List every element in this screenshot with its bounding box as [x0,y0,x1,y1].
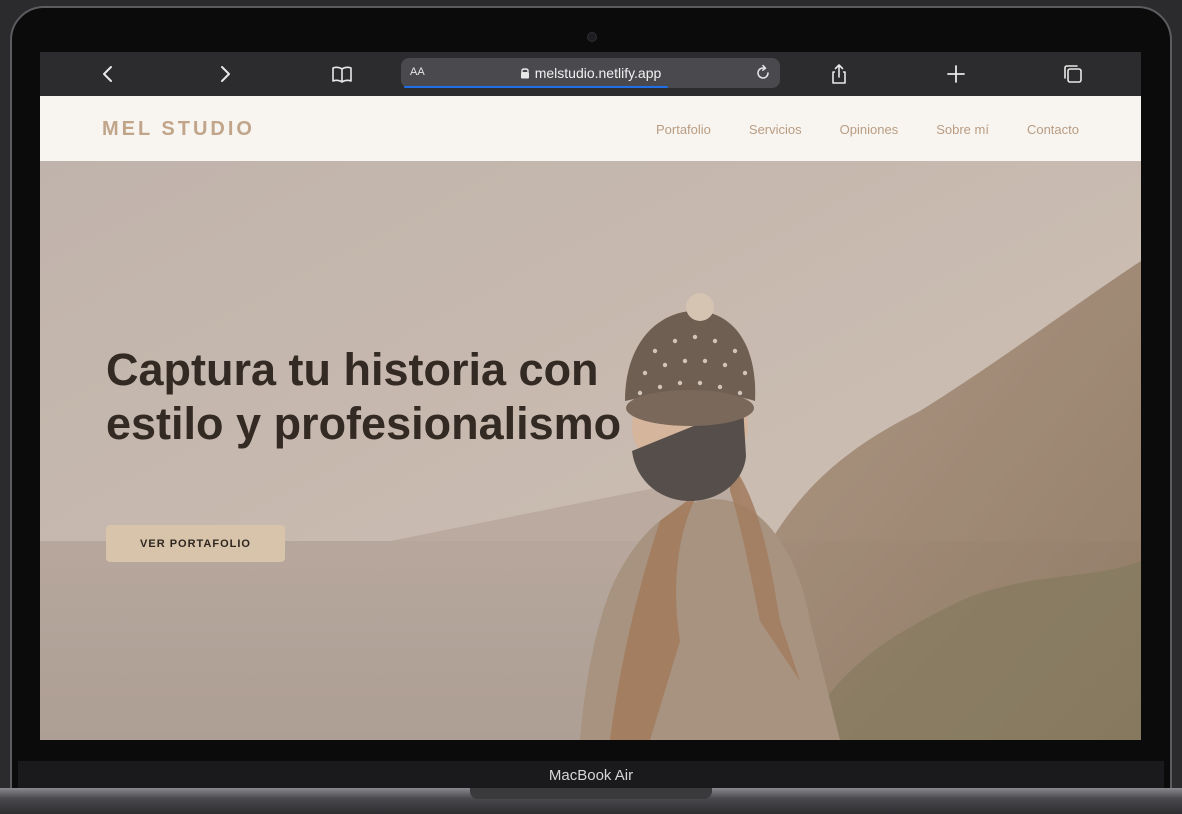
plus-icon[interactable] [944,62,968,86]
hero-title: Captura tu historia con estilo y profesi… [106,344,622,449]
browser-window: AA melstudio.netlify.app MEL STUDIO Port… [40,52,1141,740]
hero-section: Captura tu historia con estilo y profesi… [40,161,1141,740]
laptop-bezel-chin: MacBook Air [18,761,1164,788]
tabs-icon[interactable] [1061,62,1085,86]
nav-link-opiniones[interactable]: Opiniones [840,122,899,137]
device-label: MacBook Air [548,767,634,784]
camera-icon [587,32,597,42]
address-bar[interactable]: AA melstudio.netlify.app [401,58,780,88]
nav-link-contacto[interactable]: Contacto [1027,122,1079,137]
nav-link-servicios[interactable]: Servicios [749,122,802,137]
share-icon[interactable] [827,62,851,86]
reload-icon[interactable] [752,62,774,84]
site-logo[interactable]: MEL STUDIO [102,118,255,141]
url-text: melstudio.netlify.app [534,65,662,81]
chevron-right-icon[interactable] [213,62,237,86]
lock-icon [520,68,529,79]
browser-toolbar: AA melstudio.netlify.app [40,52,1141,96]
ver-portafolio-button[interactable]: VER PORTAFOLIO [106,525,285,562]
url-display[interactable]: melstudio.netlify.app [401,65,780,81]
nav-link-portafolio[interactable]: Portafolio [656,122,711,137]
site-header: MEL STUDIO Portafolio Servicios Opinione… [40,96,1141,161]
book-icon[interactable] [330,62,354,86]
main-nav: Portafolio Servicios Opiniones Sobre mí … [656,122,1079,137]
page-load-progress [404,86,668,88]
laptop-hinge-notch [470,788,712,799]
nav-link-sobre-mi[interactable]: Sobre mí [936,122,989,137]
chevron-left-icon[interactable] [96,62,120,86]
